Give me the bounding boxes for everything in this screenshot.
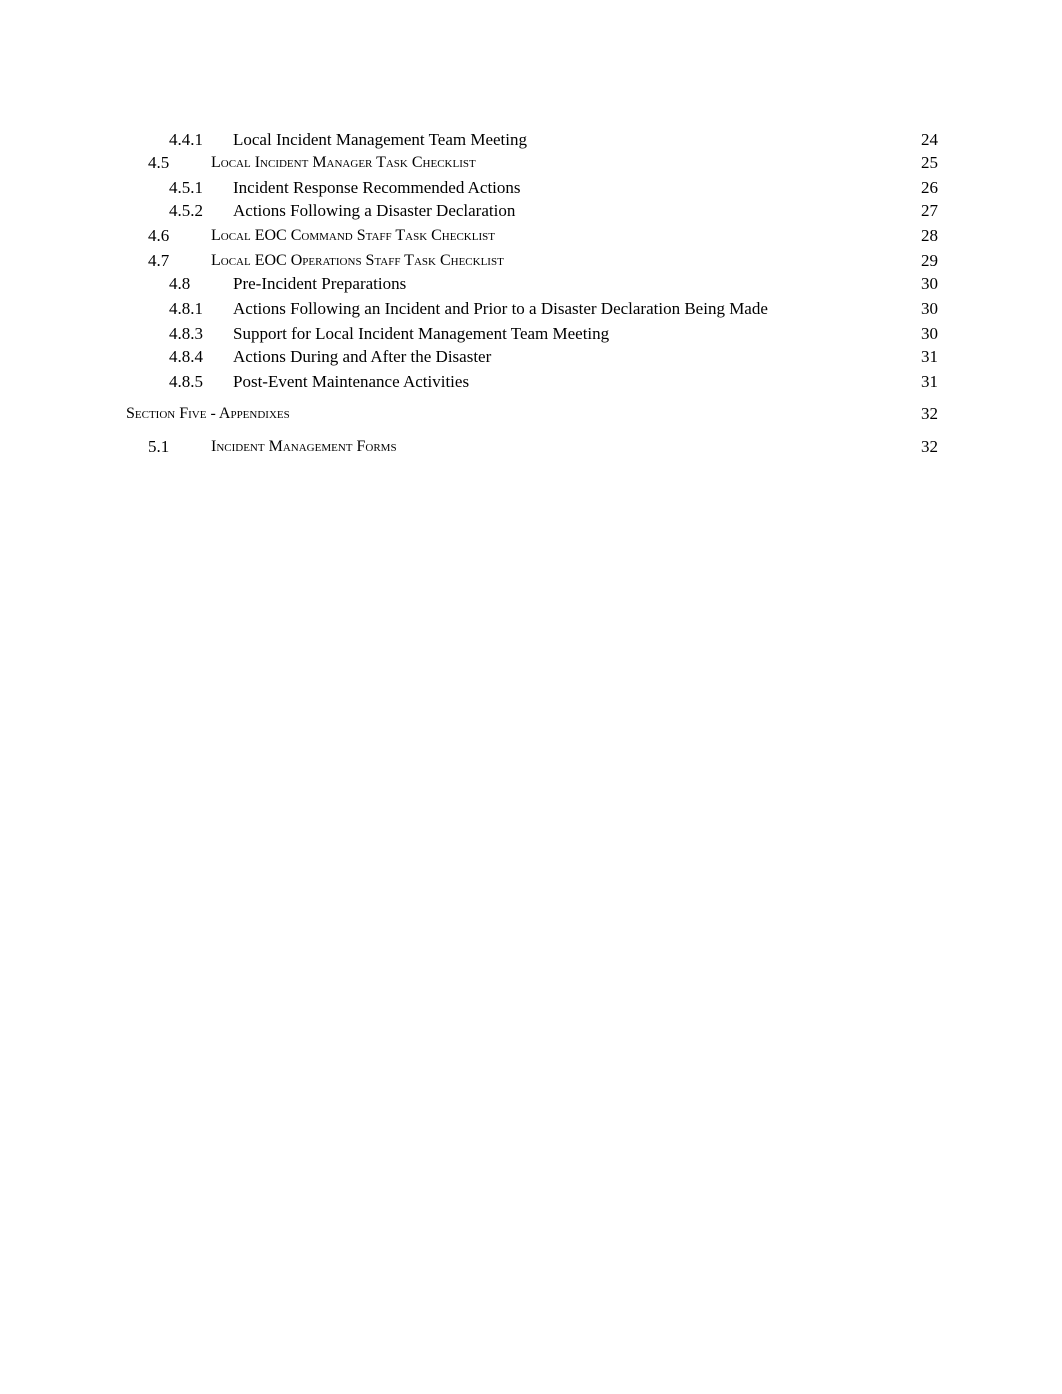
toc-entry-page[interactable]: 30 [921,322,938,346]
toc-entry-page[interactable]: 26 [921,176,938,200]
toc-entry-number: 4.8.3 [169,324,203,343]
toc-entry-number: 5.1 [148,437,170,456]
toc-entry-page[interactable]: 32 [921,402,938,426]
toc-entry-number: 4.8 [169,274,191,293]
toc-entry-title[interactable]: Local EOC Operations Staff Task Checklis… [211,249,504,273]
toc-entry-page[interactable]: 29 [921,249,938,273]
toc-entry-page[interactable]: 27 [921,199,938,223]
toc-entry-number: 4.8.4 [169,347,203,366]
toc-entry-number: 4.6 [148,226,170,245]
toc-entry-title[interactable]: Local Incident Management Team Meeting [233,128,527,152]
toc-entry-number: 4.8.1 [169,299,203,318]
toc-entry-title[interactable]: Actions Following an Incident and Prior … [233,297,768,321]
toc-entry-page[interactable]: 32 [921,435,938,459]
toc-entry-title[interactable]: Incident Management Forms [211,435,397,459]
toc-entry-title[interactable]: Section Five - Appendixes [126,402,290,426]
toc-entry-title[interactable]: Post-Event Maintenance Activities [233,370,469,394]
toc-entry-page[interactable]: 24 [921,128,938,152]
toc-entry[interactable]: 4.8.4 Actions During and After the Disas… [0,345,1062,369]
toc-entry-page[interactable]: 31 [921,345,938,369]
toc-entry-title[interactable]: Pre-Incident Preparations [233,272,406,296]
toc-section-entry[interactable]: Section Five - Appendixes 32 [0,402,1062,426]
toc-entry-page[interactable]: 25 [921,151,938,175]
toc-entry-page[interactable]: 30 [921,272,938,296]
toc-entry-title[interactable]: Incident Response Recommended Actions [233,176,521,200]
toc-entry[interactable]: 4.4.1 Local Incident Management Team Mee… [0,128,1062,152]
toc-entry[interactable]: 4.8 Pre-Incident Preparations 30 [0,272,1062,296]
toc-entry[interactable]: 4.8.5 Post-Event Maintenance Activities … [0,370,1062,394]
toc-entry[interactable]: 4.5 Local Incident Manager Task Checklis… [0,151,1062,175]
toc-entry-number: 4.7 [148,251,170,270]
toc-entry[interactable]: 4.5.1 Incident Response Recommended Acti… [0,176,1062,200]
toc-entry-page[interactable]: 31 [921,370,938,394]
toc-entry-title[interactable]: Actions Following a Disaster Declaration [233,199,515,223]
toc-entry-title[interactable]: Support for Local Incident Management Te… [233,322,609,346]
toc-entry-title[interactable]: Local Incident Manager Task Checklist [211,151,476,175]
toc-entry[interactable]: 5.1 Incident Management Forms 32 [0,435,1062,459]
toc-entry[interactable]: 4.6 Local EOC Command Staff Task Checkli… [0,224,1062,248]
toc-entry-title[interactable]: Local EOC Command Staff Task Checklist [211,224,495,248]
toc-entry-title[interactable]: Actions During and After the Disaster [233,345,491,369]
toc-entry[interactable]: 4.5.2 Actions Following a Disaster Decla… [0,199,1062,223]
toc-entry-page[interactable]: 28 [921,224,938,248]
toc-entry-number: 4.5.1 [169,178,203,197]
toc-entry-number: 4.5 [148,153,170,172]
toc-entry-number: 4.5.2 [169,201,203,220]
toc-entry[interactable]: 4.7 Local EOC Operations Staff Task Chec… [0,249,1062,273]
toc-entry[interactable]: 4.8.3 Support for Local Incident Managem… [0,322,1062,346]
toc-entry-page[interactable]: 30 [921,297,938,321]
toc-entry-number: 4.8.5 [169,372,203,391]
toc-entry[interactable]: 4.8.1 Actions Following an Incident and … [0,297,1062,321]
toc-entry-number: 4.4.1 [169,130,203,149]
